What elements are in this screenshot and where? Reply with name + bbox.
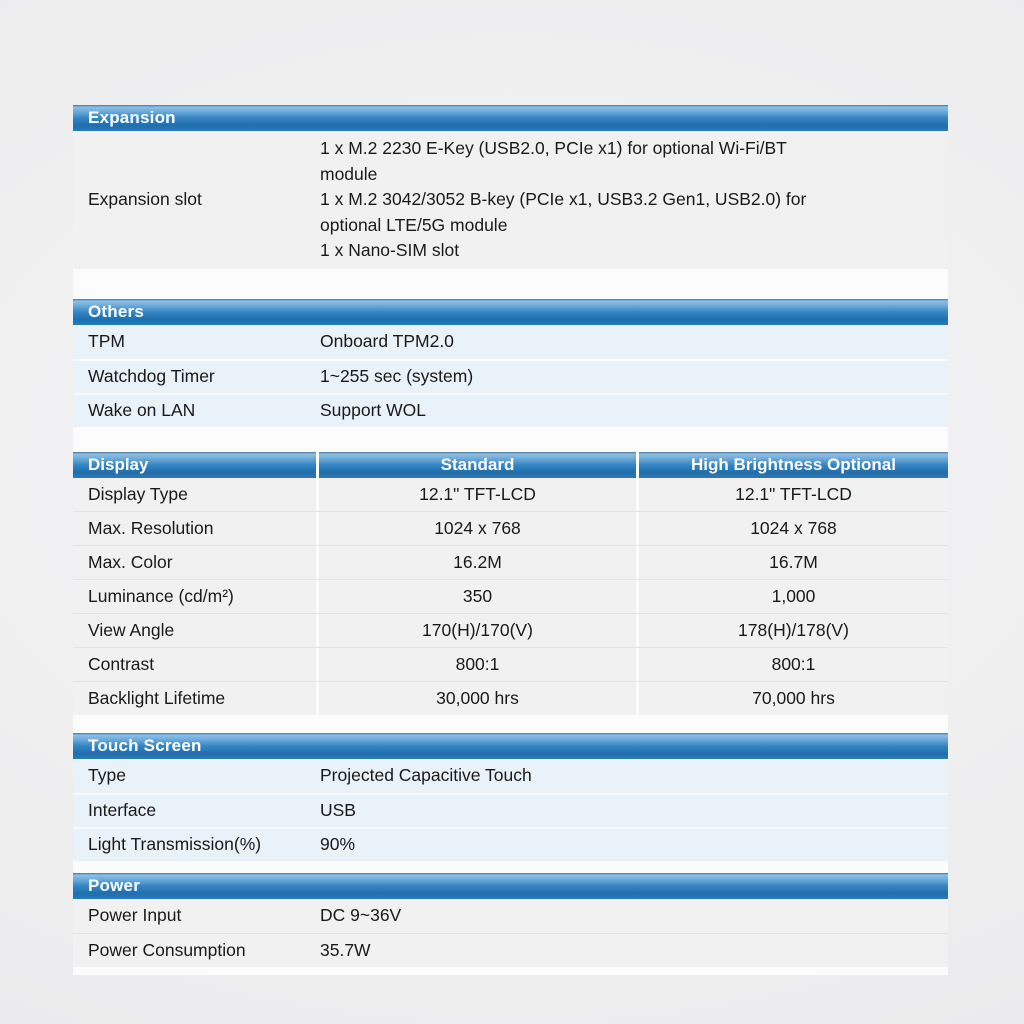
- section-expansion: Expansion Expansion slot 1 x M.2 2230 E-…: [73, 105, 948, 269]
- cell-standard: 30,000 hrs: [316, 682, 636, 715]
- row-value: 90%: [320, 834, 948, 855]
- spec-row-interface: Interface USB: [73, 793, 948, 827]
- row-label: Display Type: [73, 478, 316, 511]
- row-value: USB: [320, 800, 948, 821]
- row-value: 1~255 sec (system): [320, 366, 948, 387]
- row-label: Light Transmission(%): [73, 834, 320, 855]
- row-label: Contrast: [73, 648, 316, 681]
- cell-standard: 1024 x 768: [316, 512, 636, 545]
- spec-row-contrast: Contrast 800:1 800:1: [73, 647, 948, 681]
- spec-row-view-angle: View Angle 170(H)/170(V) 178(H)/178(V): [73, 613, 948, 647]
- section-header-others: Others: [73, 299, 948, 325]
- cell-standard: 16.2M: [316, 546, 636, 579]
- row-value: 1 x M.2 2230 E-Key (USB2.0, PCIe x1) for…: [320, 131, 948, 269]
- section-power: Power Power Input DC 9~36V Power Consump…: [73, 873, 948, 967]
- section-others: Others TPM Onboard TPM2.0 Watchdog Timer…: [73, 299, 948, 427]
- cell-high-brightness: 1024 x 768: [636, 512, 948, 545]
- section-header-touch-screen: Touch Screen: [73, 733, 948, 759]
- cell-high-brightness: 12.1" TFT-LCD: [636, 478, 948, 511]
- row-label: Expansion slot: [73, 189, 320, 210]
- cell-high-brightness: 70,000 hrs: [636, 682, 948, 715]
- row-label: Watchdog Timer: [73, 366, 320, 387]
- row-value: Onboard TPM2.0: [320, 331, 948, 352]
- spec-row-tpm: TPM Onboard TPM2.0: [73, 325, 948, 359]
- section-touch-screen: Touch Screen Type Projected Capacitive T…: [73, 733, 948, 861]
- cell-standard: 12.1" TFT-LCD: [316, 478, 636, 511]
- section-header-power: Power: [73, 873, 948, 899]
- row-value: Projected Capacitive Touch: [320, 765, 948, 786]
- cell-high-brightness: 800:1: [636, 648, 948, 681]
- row-label: Power Consumption: [73, 940, 320, 961]
- cell-standard: 800:1: [316, 648, 636, 681]
- column-header-high-brightness: High Brightness Optional: [639, 452, 948, 478]
- cell-high-brightness: 1,000: [636, 580, 948, 613]
- row-value: DC 9~36V: [320, 905, 948, 926]
- row-label: Wake on LAN: [73, 400, 320, 421]
- cell-standard: 170(H)/170(V): [316, 614, 636, 647]
- spec-row-type: Type Projected Capacitive Touch: [73, 759, 948, 793]
- row-label: TPM: [73, 331, 320, 352]
- row-value: Support WOL: [320, 400, 948, 421]
- spec-row-max-resolution: Max. Resolution 1024 x 768 1024 x 768: [73, 511, 948, 545]
- spec-sheet: Expansion Expansion slot 1 x M.2 2230 E-…: [73, 105, 948, 975]
- cell-high-brightness: 178(H)/178(V): [636, 614, 948, 647]
- spec-row-display-type: Display Type 12.1" TFT-LCD 12.1" TFT-LCD: [73, 478, 948, 511]
- spec-row-power-input: Power Input DC 9~36V: [73, 899, 948, 933]
- cell-standard: 350: [316, 580, 636, 613]
- row-label: Type: [73, 765, 320, 786]
- column-header-display: Display: [73, 452, 316, 478]
- spec-row-expansion-slot: Expansion slot 1 x M.2 2230 E-Key (USB2.…: [73, 131, 948, 269]
- section-display: Display Standard High Brightness Optiona…: [73, 452, 948, 715]
- spec-row-luminance: Luminance (cd/m²) 350 1,000: [73, 579, 948, 613]
- spec-row-max-color: Max. Color 16.2M 16.7M: [73, 545, 948, 579]
- cell-high-brightness: 16.7M: [636, 546, 948, 579]
- display-table-header: Display Standard High Brightness Optiona…: [73, 452, 948, 478]
- spec-row-power-consumption: Power Consumption 35.7W: [73, 933, 948, 967]
- spec-row-light-transmission: Light Transmission(%) 90%: [73, 827, 948, 861]
- row-label: Power Input: [73, 905, 320, 926]
- row-label: Max. Color: [73, 546, 316, 579]
- column-header-standard: Standard: [319, 452, 636, 478]
- spec-row-wake-on-lan: Wake on LAN Support WOL: [73, 393, 948, 427]
- row-label: Interface: [73, 800, 320, 821]
- row-label: Max. Resolution: [73, 512, 316, 545]
- row-label: Luminance (cd/m²): [73, 580, 316, 613]
- row-value: 35.7W: [320, 940, 948, 961]
- section-header-expansion: Expansion: [73, 105, 948, 131]
- row-label: View Angle: [73, 614, 316, 647]
- spec-row-watchdog-timer: Watchdog Timer 1~255 sec (system): [73, 359, 948, 393]
- spec-row-backlight-lifetime: Backlight Lifetime 30,000 hrs 70,000 hrs: [73, 681, 948, 715]
- row-label: Backlight Lifetime: [73, 682, 316, 715]
